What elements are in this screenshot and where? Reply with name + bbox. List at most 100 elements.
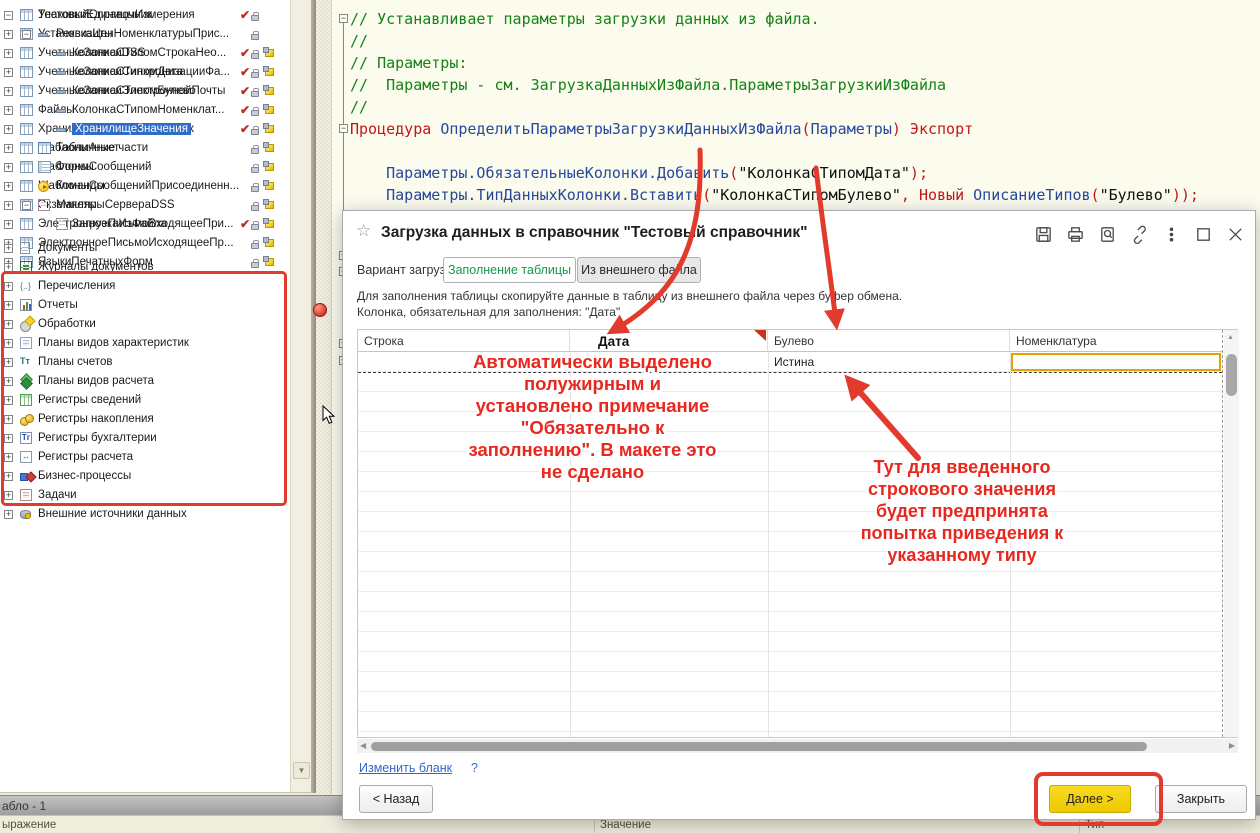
scroll-down-arrow-icon[interactable]: ▼ xyxy=(293,762,310,779)
save-icon[interactable] xyxy=(1034,225,1053,244)
tree-item[interactable]: ЗагрузкаИзФайла✔ xyxy=(0,215,290,234)
tree-item[interactable]: Команды xyxy=(0,177,290,196)
tree-item-label[interactable]: Задачи xyxy=(38,489,77,501)
tree-item-label[interactable]: Команды xyxy=(56,180,105,192)
tree-item-label[interactable]: Обработки xyxy=(38,318,96,330)
print-icon[interactable] xyxy=(1066,225,1085,244)
tree-item[interactable]: + Бизнес-процессы xyxy=(0,467,290,486)
expand-icon[interactable]: + xyxy=(4,320,13,329)
tree-item-label[interactable]: КолонкаСТипомНоменклат... xyxy=(72,104,224,116)
breakpoint-marker-icon[interactable] xyxy=(313,303,327,317)
tree-item[interactable]: ХранилищеЗначения✔ xyxy=(0,120,290,139)
tree-item-label[interactable]: Формы xyxy=(56,161,94,173)
tree-item-label[interactable]: КолонкаСТипомСтрокаНео... xyxy=(72,47,226,59)
tree-item-label[interactable]: Регистры бухгалтерии xyxy=(38,432,157,444)
tree-item[interactable]: Табличные части xyxy=(0,139,290,158)
expand-icon[interactable]: + xyxy=(4,301,13,310)
tree-item[interactable]: + Регистры накопления xyxy=(0,410,290,429)
collapse-icon[interactable]: − xyxy=(22,201,31,210)
table-horizontal-scrollbar[interactable]: ◀ ▶ xyxy=(357,739,1238,753)
preview-icon[interactable] xyxy=(1098,225,1117,244)
tree-item-label[interactable]: КолонкаСТипомБулево xyxy=(72,85,196,97)
tree-item-label[interactable]: Документы xyxy=(38,242,97,254)
table-body[interactable]: Истина xyxy=(358,352,1222,737)
tab-fill-table[interactable]: Заполнение таблицы xyxy=(443,257,576,283)
tree-item-label[interactable]: Планы видов характеристик xyxy=(38,337,189,349)
code-text[interactable]: // Устанавливает параметры загрузки данн… xyxy=(350,8,1260,206)
tree-item-label[interactable]: Перечисления xyxy=(38,280,115,292)
link-icon[interactable] xyxy=(1130,225,1149,244)
tree-item-label[interactable]: Регистры накопления xyxy=(38,413,154,425)
tree-item-label[interactable]: Планы счетов xyxy=(38,356,112,368)
code-line[interactable]: // Параметры: xyxy=(350,52,1260,74)
breakpoint-margin[interactable] xyxy=(316,0,332,795)
scroll-up-arrow-icon[interactable]: ▲ xyxy=(1227,334,1234,341)
code-line[interactable]: // xyxy=(350,96,1260,118)
tab-external-file[interactable]: Из внешнего файла xyxy=(577,257,701,283)
next-button[interactable]: Далее > xyxy=(1049,785,1131,813)
tree-item[interactable]: + Регистры сведений xyxy=(0,391,290,410)
tree-item[interactable]: +Журналы документов xyxy=(0,258,290,277)
code-line[interactable]: Параметры.ТипДанныхКолонки.Вставить("Кол… xyxy=(350,184,1260,206)
expand-icon[interactable]: + xyxy=(4,453,13,462)
horizontal-scroll-thumb[interactable] xyxy=(371,742,1147,751)
column-header-Булево[interactable]: Булево xyxy=(768,330,1010,351)
tree-item[interactable]: +ТтПланы счетов xyxy=(0,353,290,372)
table-vertical-scrollbar[interactable]: ▲ xyxy=(1224,330,1239,737)
more-menu-icon[interactable] xyxy=(1162,225,1181,244)
expand-icon[interactable]: + xyxy=(4,263,13,272)
tree-item-label[interactable]: Макеты xyxy=(56,199,97,211)
tree-vertical-scrollbar[interactable]: ▼ xyxy=(290,0,311,793)
code-line[interactable]: // xyxy=(350,30,1260,52)
expand-icon[interactable]: + xyxy=(4,339,13,348)
expand-icon[interactable]: + xyxy=(4,282,13,291)
tree-item[interactable]: + Отчеты xyxy=(0,296,290,315)
tree-item[interactable]: + Планы видов характеристик xyxy=(0,334,290,353)
tree-item[interactable]: КолонкаСТипомСтрокаНео...✔ xyxy=(0,44,290,63)
tree-item[interactable]: + Обработки xyxy=(0,315,290,334)
tree-item[interactable]: Формы xyxy=(0,158,290,177)
scroll-left-arrow-icon[interactable]: ◀ xyxy=(360,741,366,750)
collapse-icon[interactable]: − xyxy=(22,30,31,39)
tree-item[interactable]: +↔Регистры расчета xyxy=(0,448,290,467)
column-header-Номенклатура[interactable]: Номенклатура xyxy=(1010,330,1222,351)
tree-item-label[interactable]: Внешние источники данных xyxy=(38,508,187,520)
tree-item[interactable]: + Внешние источники данных xyxy=(0,505,290,524)
expand-icon[interactable]: + xyxy=(4,358,13,367)
tree-item-label[interactable]: Бизнес-процессы xyxy=(38,470,131,482)
column-header-Строка[interactable]: Строка xyxy=(358,330,570,351)
tree-item-label[interactable]: Отчеты xyxy=(38,299,78,311)
vertical-scroll-thumb[interactable] xyxy=(1226,354,1237,396)
code-line[interactable]: // Параметры - см. ЗагрузкаДанныхИзФайла… xyxy=(350,74,1260,96)
tree-item[interactable]: +ТгРегистры бухгалтерии xyxy=(0,429,290,448)
code-line[interactable]: Процедура ОпределитьПараметрыЗагрузкиДан… xyxy=(350,118,1260,140)
tree-item-label[interactable]: ХранилищеЗначения xyxy=(72,123,191,135)
code-line[interactable]: // Устанавливает параметры загрузки данн… xyxy=(350,8,1260,30)
tree-item[interactable]: КолонкаСТипомДата✔ xyxy=(0,63,290,82)
expand-icon[interactable]: + xyxy=(4,472,13,481)
tree-item-label[interactable]: Табличные части xyxy=(56,142,148,154)
tree-item-label[interactable]: Реквизиты xyxy=(56,28,112,40)
tree-item-label[interactable]: Регистры сведений xyxy=(38,394,141,406)
expand-icon[interactable]: + xyxy=(4,415,13,424)
help-link[interactable]: ? xyxy=(471,761,478,775)
tree-item-label[interactable]: КолонкаСТипомДата xyxy=(72,66,183,78)
scroll-right-arrow-icon[interactable]: ▶ xyxy=(1229,741,1235,750)
code-line[interactable] xyxy=(350,140,1260,162)
tree-item[interactable]: +Задачи xyxy=(0,486,290,505)
favorite-star-icon[interactable]: ☆ xyxy=(356,221,371,241)
cell-boolean-value[interactable]: Истина xyxy=(774,355,814,369)
fold-collapse-icon[interactable]: − xyxy=(339,14,348,23)
tree-item-label[interactable]: ТестовыйСправочник xyxy=(38,9,152,21)
expand-icon[interactable]: + xyxy=(4,396,13,405)
tree-item[interactable]: КолонкаСТипомБулево✔ xyxy=(0,82,290,101)
active-cell[interactable] xyxy=(1011,353,1221,371)
tree-item-label[interactable]: Регистры расчета xyxy=(38,451,133,463)
fold-collapse-icon[interactable]: − xyxy=(339,124,348,133)
close-button[interactable]: Закрыть xyxy=(1155,785,1247,813)
expand-icon[interactable]: + xyxy=(4,434,13,443)
tree-item-label[interactable]: ЗагрузкаИзФайла xyxy=(72,218,167,230)
expand-icon[interactable]: + xyxy=(4,510,13,519)
tree-item[interactable]: −ТестовыйСправочник✔ xyxy=(0,6,290,25)
tree-item[interactable]: +Планы видов расчета xyxy=(0,372,290,391)
